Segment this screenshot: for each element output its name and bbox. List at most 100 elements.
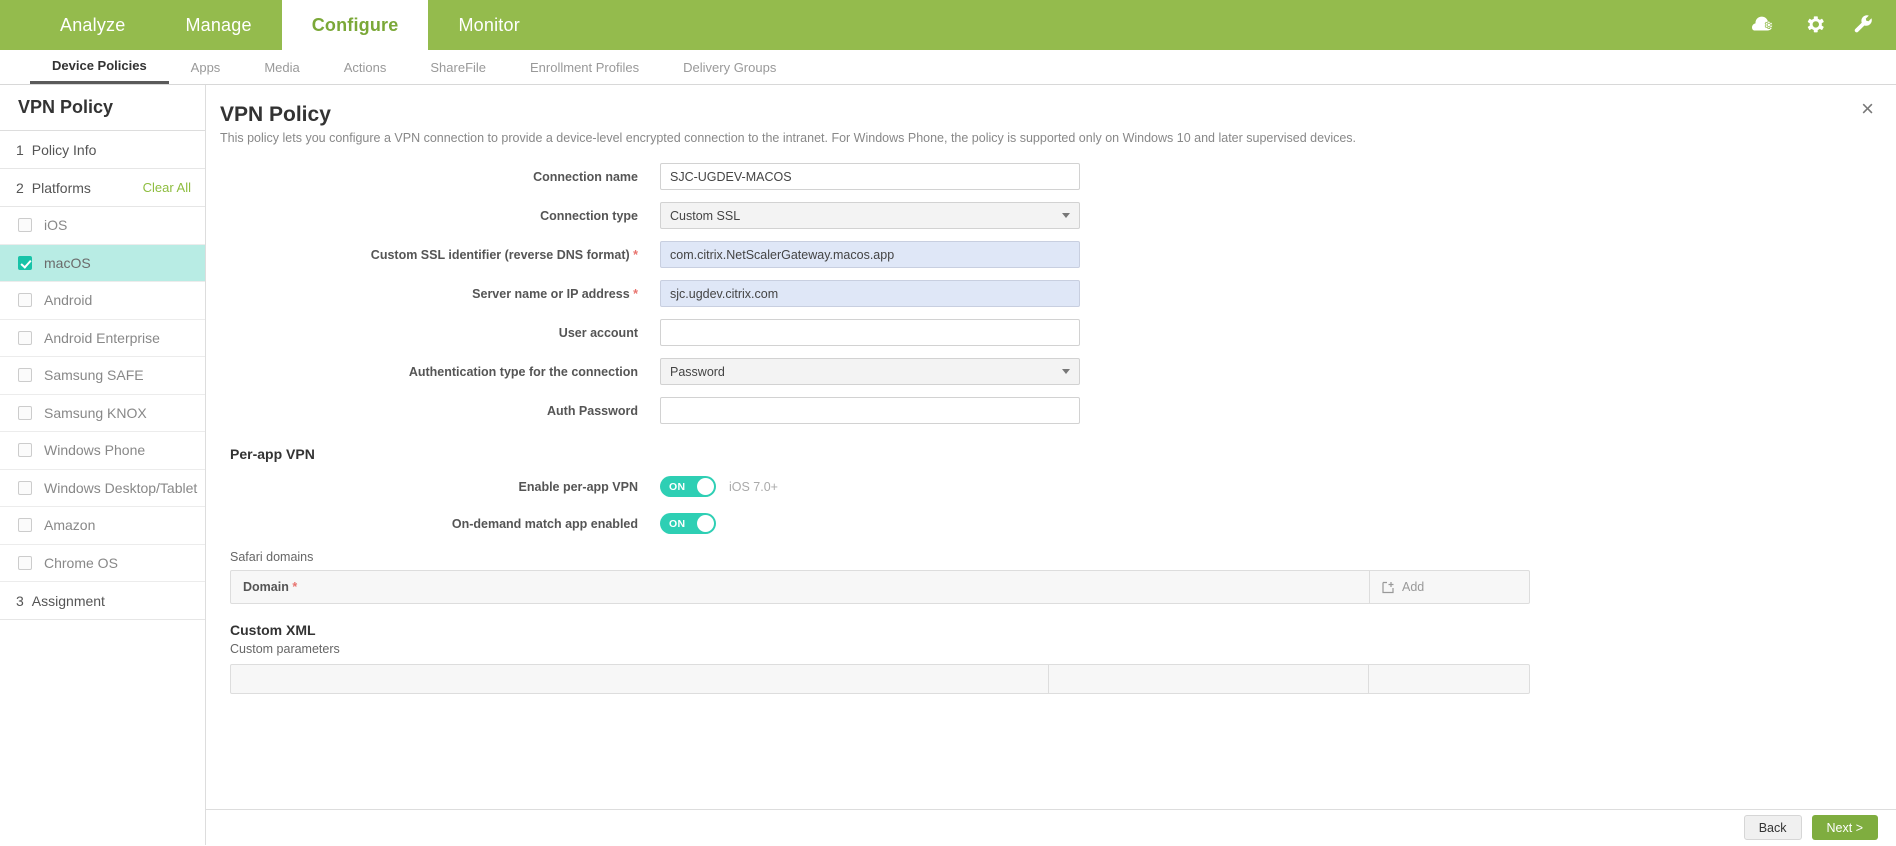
checkbox-windows-desktop-tablet[interactable] xyxy=(18,481,32,495)
wizard-sidebar: VPN Policy 1 Policy Info 2 Platforms Cle… xyxy=(0,85,206,845)
toggle-on-demand-match-app[interactable]: ON xyxy=(660,513,716,534)
sidebar-step-assignment[interactable]: 3 Assignment xyxy=(0,582,205,620)
chevron-down-icon xyxy=(1062,369,1070,374)
platform-label: Samsung KNOX xyxy=(44,405,147,421)
toggle-state-label: ON xyxy=(669,481,685,493)
platform-row-windows-desktop-tablet[interactable]: Windows Desktop/Tablet xyxy=(0,470,205,508)
label-text: Server name or IP address xyxy=(472,287,630,301)
tab-configure[interactable]: Configure xyxy=(282,0,429,50)
checkbox-amazon[interactable] xyxy=(18,518,32,532)
custom-xml-column xyxy=(1369,665,1529,693)
close-icon[interactable]: × xyxy=(1861,98,1874,120)
input-connection-name[interactable]: SJC-UGDEV-MACOS xyxy=(660,163,1080,190)
add-square-icon xyxy=(1382,581,1395,594)
field-row-authentication-type: Authentication type for the connection P… xyxy=(220,358,1866,385)
step-number: 3 xyxy=(16,593,24,609)
select-connection-type-value: Custom SSL xyxy=(670,209,740,223)
wrench-icon[interactable] xyxy=(1854,15,1874,35)
table-header-domain: Domain * xyxy=(231,571,1369,603)
gear-icon[interactable] xyxy=(1806,15,1826,35)
input-server-name[interactable]: sjc.ugdev.citrix.com xyxy=(660,280,1080,307)
clear-all-link[interactable]: Clear All xyxy=(143,180,191,195)
field-row-user-account: User account xyxy=(220,319,1866,346)
label-connection-name: Connection name xyxy=(220,170,660,184)
platform-label: Windows Desktop/Tablet xyxy=(44,480,197,496)
checkbox-ios[interactable] xyxy=(18,218,32,232)
toggle-knob xyxy=(697,478,714,495)
platform-row-samsung-knox[interactable]: Samsung KNOX xyxy=(0,395,205,433)
subtab-media[interactable]: Media xyxy=(242,50,321,84)
platform-row-samsung-safe[interactable]: Samsung SAFE xyxy=(0,357,205,395)
checkbox-android-enterprise[interactable] xyxy=(18,331,32,345)
subtab-apps[interactable]: Apps xyxy=(169,50,243,84)
custom-xml-column xyxy=(231,665,1049,693)
sidebar-step-platforms[interactable]: 2 Platforms Clear All xyxy=(0,169,205,207)
required-marker: * xyxy=(289,580,297,594)
select-authentication-type[interactable]: Password xyxy=(660,358,1080,385)
field-row-connection-type: Connection type Custom SSL xyxy=(220,202,1866,229)
platform-row-windows-phone[interactable]: Windows Phone xyxy=(0,432,205,470)
sidebar-step-policy-info[interactable]: 1 Policy Info xyxy=(0,131,205,169)
platform-row-android-enterprise[interactable]: Android Enterprise xyxy=(0,320,205,358)
tab-monitor[interactable]: Monitor xyxy=(428,0,549,50)
platform-label: Android Enterprise xyxy=(44,330,160,346)
step-label: Policy Info xyxy=(32,142,191,158)
section-heading-per-app-vpn: Per-app VPN xyxy=(230,446,1866,462)
field-row-custom-ssl-identifier: Custom SSL identifier (reverse DNS forma… xyxy=(220,241,1866,268)
checkbox-macos[interactable] xyxy=(18,256,32,270)
tab-analyze[interactable]: Analyze xyxy=(30,0,155,50)
subtab-sharefile[interactable]: ShareFile xyxy=(408,50,508,84)
platform-row-android[interactable]: Android xyxy=(0,282,205,320)
custom-xml-column xyxy=(1049,665,1369,693)
page-description: This policy lets you configure a VPN con… xyxy=(220,131,1866,145)
required-marker: * xyxy=(630,287,638,301)
subtab-device-policies[interactable]: Device Policies xyxy=(30,50,169,84)
required-marker: * xyxy=(630,248,638,262)
subtab-actions[interactable]: Actions xyxy=(322,50,409,84)
column-header-text: Domain xyxy=(243,580,289,594)
label-custom-ssl-identifier: Custom SSL identifier (reverse DNS forma… xyxy=(220,248,660,262)
label-enable-per-app-vpn: Enable per-app VPN xyxy=(220,480,660,494)
label-authentication-type: Authentication type for the connection xyxy=(220,365,660,379)
custom-xml-table xyxy=(230,664,1530,694)
checkbox-samsung-safe[interactable] xyxy=(18,368,32,382)
label-user-account: User account xyxy=(220,326,660,340)
field-row-auth-password: Auth Password xyxy=(220,397,1866,424)
platform-row-ios[interactable]: iOS xyxy=(0,207,205,245)
chevron-down-icon xyxy=(1062,213,1070,218)
hint-ios-version: iOS 7.0+ xyxy=(729,480,778,494)
platform-label: Samsung SAFE xyxy=(44,367,144,383)
platform-label: Chrome OS xyxy=(44,555,118,571)
label-server-name: Server name or IP address * xyxy=(220,287,660,301)
label-safari-domains: Safari domains xyxy=(230,550,1866,564)
label-auth-password: Auth Password xyxy=(220,404,660,418)
input-custom-ssl-identifier[interactable]: com.citrix.NetScalerGateway.macos.app xyxy=(660,241,1080,268)
add-domain-button[interactable]: Add xyxy=(1369,571,1529,603)
checkbox-windows-phone[interactable] xyxy=(18,443,32,457)
toggle-row-enable-per-app-vpn: Enable per-app VPN ON iOS 7.0+ xyxy=(220,476,1866,497)
platform-label: Windows Phone xyxy=(44,442,145,458)
back-button[interactable]: Back xyxy=(1744,815,1802,840)
subtab-delivery-groups[interactable]: Delivery Groups xyxy=(661,50,798,84)
label-custom-parameters: Custom parameters xyxy=(230,642,1866,656)
toggle-enable-per-app-vpn[interactable]: ON xyxy=(660,476,716,497)
next-button[interactable]: Next > xyxy=(1812,815,1878,840)
platform-row-chrome-os[interactable]: Chrome OS xyxy=(0,545,205,583)
tab-manage[interactable]: Manage xyxy=(155,0,281,50)
field-row-server-name: Server name or IP address * sjc.ugdev.ci… xyxy=(220,280,1866,307)
select-connection-type[interactable]: Custom SSL xyxy=(660,202,1080,229)
cloud-gear-icon[interactable] xyxy=(1752,15,1778,35)
step-number: 1 xyxy=(16,142,24,158)
platform-label: Amazon xyxy=(44,517,95,533)
main-inner: VPN Policy This policy lets you configur… xyxy=(206,85,1896,694)
page-body: VPN Policy 1 Policy Info 2 Platforms Cle… xyxy=(0,85,1896,845)
checkbox-android[interactable] xyxy=(18,293,32,307)
input-user-account[interactable] xyxy=(660,319,1080,346)
main-content-panel: × VPN Policy This policy lets you config… xyxy=(206,85,1896,845)
platform-row-amazon[interactable]: Amazon xyxy=(0,507,205,545)
platform-row-macos[interactable]: macOS xyxy=(0,245,205,283)
checkbox-chrome-os[interactable] xyxy=(18,556,32,570)
checkbox-samsung-knox[interactable] xyxy=(18,406,32,420)
input-auth-password[interactable] xyxy=(660,397,1080,424)
subtab-enrollment-profiles[interactable]: Enrollment Profiles xyxy=(508,50,661,84)
